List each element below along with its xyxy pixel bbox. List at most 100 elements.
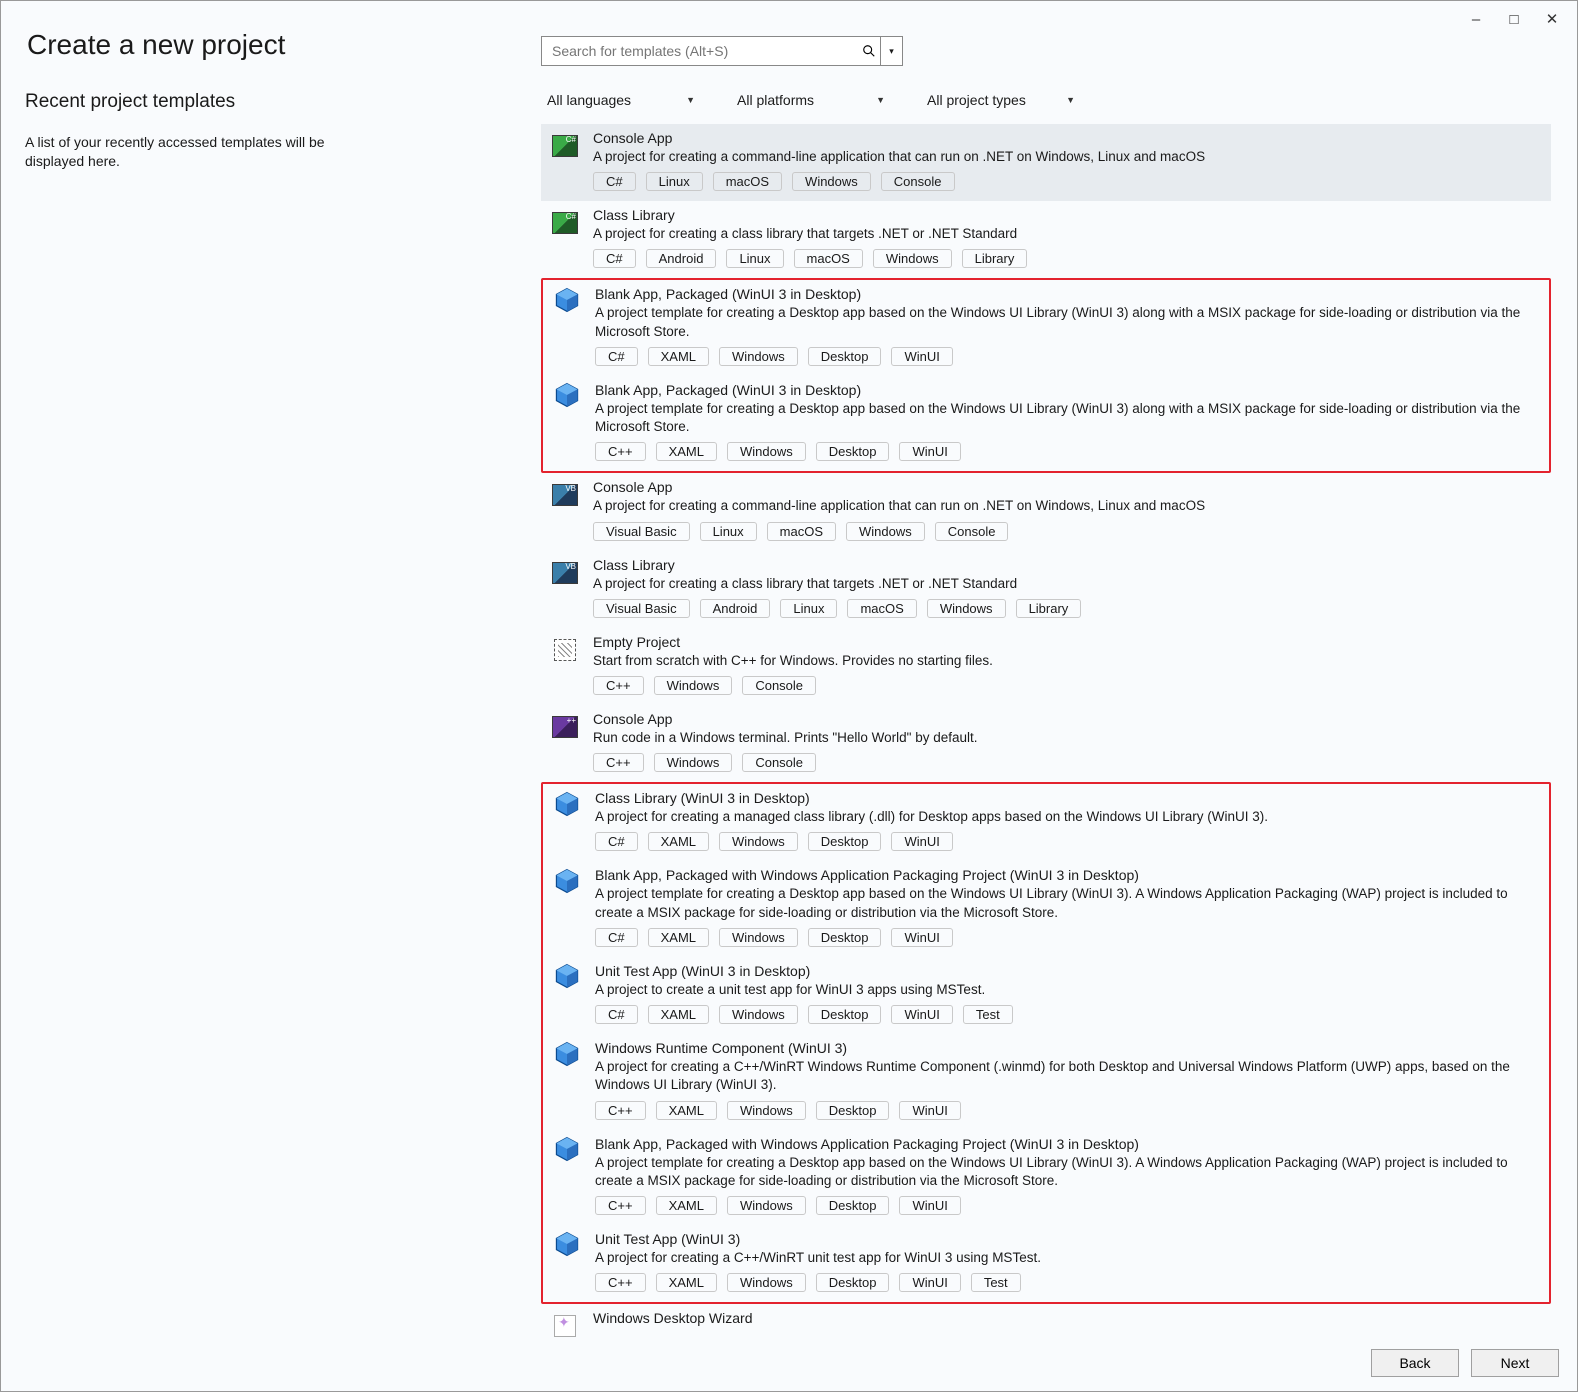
template-tag: Windows: [654, 676, 733, 695]
back-button[interactable]: Back: [1371, 1349, 1459, 1377]
template-body: Blank App, Packaged (WinUI 3 in Desktop)…: [595, 286, 1543, 365]
page-title: Create a new project: [27, 29, 285, 61]
template-description: Run code in a Windows terminal. Prints "…: [593, 729, 1545, 747]
template-tags: Visual BasicLinuxmacOSWindowsConsole: [593, 522, 1545, 541]
template-title: Console App: [593, 711, 1545, 727]
minimize-button[interactable]: –: [1463, 7, 1489, 31]
template-icon: [551, 1312, 579, 1340]
recent-templates-heading: Recent project templates: [25, 91, 375, 113]
maximize-button[interactable]: □: [1501, 7, 1527, 31]
template-tag: Windows: [727, 442, 806, 461]
template-item[interactable]: Blank App, Packaged (WinUI 3 in Desktop)…: [543, 376, 1549, 471]
template-tag: Desktop: [816, 1196, 890, 1215]
template-body: Blank App, Packaged with Windows Applica…: [595, 867, 1543, 946]
template-icon: [553, 965, 581, 993]
template-tag: WinUI: [891, 1005, 952, 1024]
template-tags: C#XAMLWindowsDesktopWinUI: [595, 832, 1543, 851]
search-icon[interactable]: [858, 37, 880, 65]
template-title: Blank App, Packaged (WinUI 3 in Desktop): [595, 382, 1543, 398]
template-tag: XAML: [656, 1273, 717, 1292]
template-icon: [553, 288, 581, 316]
template-item[interactable]: Unit Test App (WinUI 3 in Desktop)A proj…: [543, 957, 1549, 1034]
dialog-footer: Back Next: [1371, 1349, 1559, 1377]
template-tag: Windows: [719, 832, 798, 851]
template-body: Unit Test App (WinUI 3)A project for cre…: [595, 1231, 1543, 1292]
template-body: Class LibraryA project for creating a cl…: [593, 557, 1545, 618]
template-tag: macOS: [713, 172, 782, 191]
template-description: A project for creating a managed class l…: [595, 808, 1543, 826]
template-tag: XAML: [648, 1005, 709, 1024]
template-body: Class Library (WinUI 3 in Desktop)A proj…: [595, 790, 1543, 851]
template-title: Console App: [593, 479, 1545, 495]
next-button[interactable]: Next: [1471, 1349, 1559, 1377]
template-tag: Linux: [780, 599, 837, 618]
project-type-filter-label: All project types: [927, 92, 1026, 108]
template-body: Unit Test App (WinUI 3 in Desktop)A proj…: [595, 963, 1543, 1024]
template-body: Windows Runtime Component (WinUI 3)A pro…: [595, 1040, 1543, 1119]
template-tags: C++XAMLWindowsDesktopWinUI: [595, 1196, 1543, 1215]
empty-project-icon: [554, 639, 576, 661]
template-body: Class LibraryA project for creating a cl…: [593, 207, 1545, 268]
search-options-dropdown[interactable]: ▾: [881, 36, 903, 66]
template-tag: XAML: [656, 442, 717, 461]
template-title: Blank App, Packaged (WinUI 3 in Desktop): [595, 286, 1543, 302]
platform-filter[interactable]: All platforms ▼: [731, 86, 891, 114]
template-item[interactable]: Blank App, Packaged with Windows Applica…: [543, 1130, 1549, 1225]
template-icon: [553, 869, 581, 897]
template-item[interactable]: Class LibraryA project for creating a cl…: [541, 551, 1551, 628]
language-filter-label: All languages: [547, 92, 631, 108]
template-tag: Windows: [727, 1196, 806, 1215]
recent-templates-description: A list of your recently accessed templat…: [25, 133, 375, 171]
template-tag: Visual Basic: [593, 599, 690, 618]
template-tag: Android: [646, 249, 717, 268]
template-tags: C++WindowsConsole: [593, 753, 1545, 772]
close-button[interactable]: ✕: [1539, 7, 1565, 31]
template-item[interactable]: Blank App, Packaged with Windows Applica…: [543, 861, 1549, 956]
template-description: A project template for creating a Deskto…: [595, 304, 1543, 340]
winui-icon: [554, 287, 580, 318]
template-tag: C++: [593, 676, 644, 695]
template-title: Console App: [593, 130, 1545, 146]
template-tag: Windows: [927, 599, 1006, 618]
template-item[interactable]: Class Library (WinUI 3 in Desktop)A proj…: [543, 784, 1549, 861]
template-icon: [551, 132, 579, 160]
template-tag: Test: [971, 1273, 1021, 1292]
template-title: Class Library: [593, 557, 1545, 573]
template-title: Empty Project: [593, 634, 1545, 650]
chevron-down-icon: ▼: [876, 95, 885, 105]
recent-templates-panel: Recent project templates A list of your …: [25, 91, 375, 171]
template-title: Windows Desktop Wizard: [593, 1310, 1545, 1326]
template-item[interactable]: Blank App, Packaged (WinUI 3 in Desktop)…: [543, 280, 1549, 375]
template-tag: C++: [595, 1196, 646, 1215]
template-body: Console AppA project for creating a comm…: [593, 479, 1545, 540]
template-tag: Windows: [727, 1273, 806, 1292]
template-tag: WinUI: [891, 832, 952, 851]
template-tags: C++XAMLWindowsDesktopWinUI: [595, 442, 1543, 461]
template-item[interactable]: Windows Runtime Component (WinUI 3)A pro…: [543, 1034, 1549, 1129]
template-item[interactable]: Console AppA project for creating a comm…: [541, 473, 1551, 550]
template-title: Blank App, Packaged with Windows Applica…: [595, 867, 1543, 883]
template-tag: Desktop: [816, 442, 890, 461]
csharp-icon: [552, 212, 578, 234]
template-icon: [551, 636, 579, 664]
template-tag: XAML: [648, 928, 709, 947]
template-item[interactable]: Console AppA project for creating a comm…: [541, 124, 1551, 201]
template-item[interactable]: Unit Test App (WinUI 3)A project for cre…: [543, 1225, 1549, 1302]
template-icon: [551, 209, 579, 237]
template-item[interactable]: Windows Desktop Wizard: [541, 1304, 1551, 1350]
search-input[interactable]: [542, 39, 858, 63]
template-icon: [553, 1042, 581, 1070]
template-tag: C#: [595, 832, 638, 851]
template-icon: [551, 713, 579, 741]
template-item[interactable]: Empty ProjectStart from scratch with C++…: [541, 628, 1551, 705]
template-item[interactable]: Console App Run code in a Windows termina…: [541, 705, 1551, 782]
template-item[interactable]: Class LibraryA project for creating a cl…: [541, 201, 1551, 278]
template-tag: Windows: [719, 1005, 798, 1024]
template-tag: Windows: [654, 753, 733, 772]
template-tags: C#XAMLWindowsDesktopWinUI: [595, 928, 1543, 947]
language-filter[interactable]: All languages ▼: [541, 86, 701, 114]
search-box[interactable]: [541, 36, 881, 66]
project-type-filter[interactable]: All project types ▼: [921, 86, 1081, 114]
template-tag: Windows: [727, 1101, 806, 1120]
dialog-window: – □ ✕ Create a new project Recent projec…: [0, 0, 1578, 1392]
